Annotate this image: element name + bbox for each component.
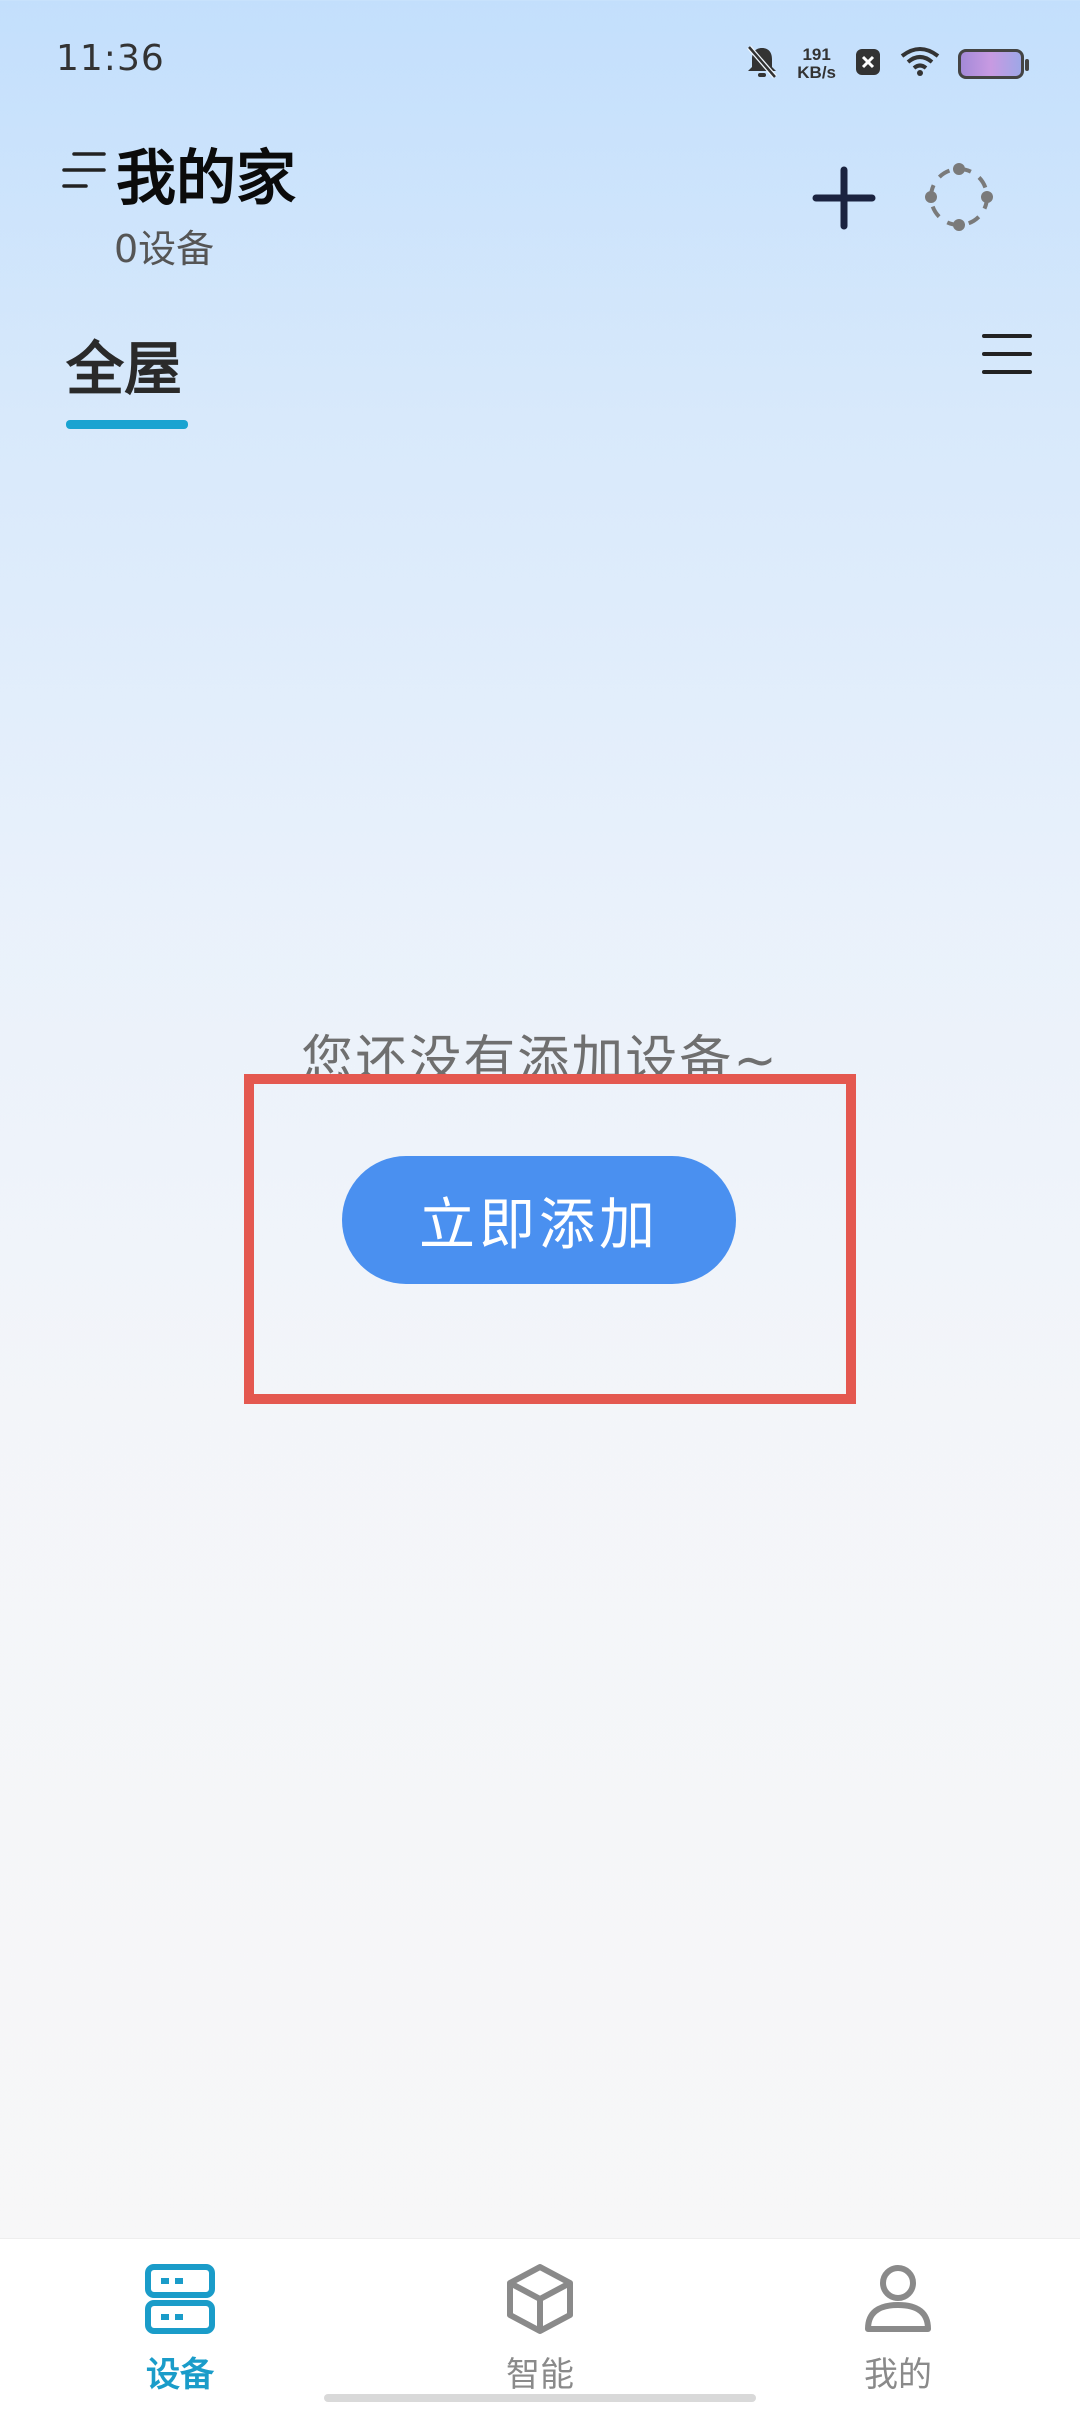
home-name[interactable]: 我的家 xyxy=(116,130,296,217)
device-count: 0设备 xyxy=(114,227,215,271)
home-indicator[interactable] xyxy=(324,2394,756,2402)
net-speed-indicator: 191 KB/s xyxy=(797,46,836,82)
cube-icon xyxy=(504,2263,576,2339)
nav-label-devices: 设备 xyxy=(146,2355,214,2395)
status-time: 11:36 xyxy=(56,38,165,79)
net-speed-unit: KB/s xyxy=(797,63,836,82)
nav-item-devices[interactable]: 设备 xyxy=(80,2263,280,2396)
list-menu-icon[interactable] xyxy=(982,332,1032,376)
status-bar: 11:36 191 KB/s xyxy=(0,0,1080,120)
devices-icon xyxy=(144,2263,216,2339)
menu-lines-icon[interactable] xyxy=(62,148,106,196)
scan-icon[interactable] xyxy=(922,160,996,234)
battery-icon xyxy=(958,49,1029,79)
tab-active-indicator xyxy=(66,420,188,429)
tab-all-rooms[interactable]: 全屋 xyxy=(66,322,182,406)
nav-item-mine[interactable]: 我的 xyxy=(798,2263,998,2396)
wifi-icon xyxy=(900,46,940,82)
nav-item-smart[interactable]: 智能 xyxy=(440,2263,640,2396)
person-icon xyxy=(862,2263,934,2339)
plus-icon[interactable] xyxy=(812,166,876,230)
add-device-button[interactable]: 立即添加 xyxy=(342,1156,736,1284)
mute-bell-icon xyxy=(745,44,779,84)
bottom-nav: 设备 智能 我的 xyxy=(0,2238,1080,2409)
net-speed-value: 191 xyxy=(802,45,831,64)
nav-label-smart: 智能 xyxy=(506,2355,574,2395)
status-icons: 191 KB/s xyxy=(745,40,1029,88)
nav-label-mine: 我的 xyxy=(864,2355,932,2395)
close-notification-icon xyxy=(854,47,882,81)
